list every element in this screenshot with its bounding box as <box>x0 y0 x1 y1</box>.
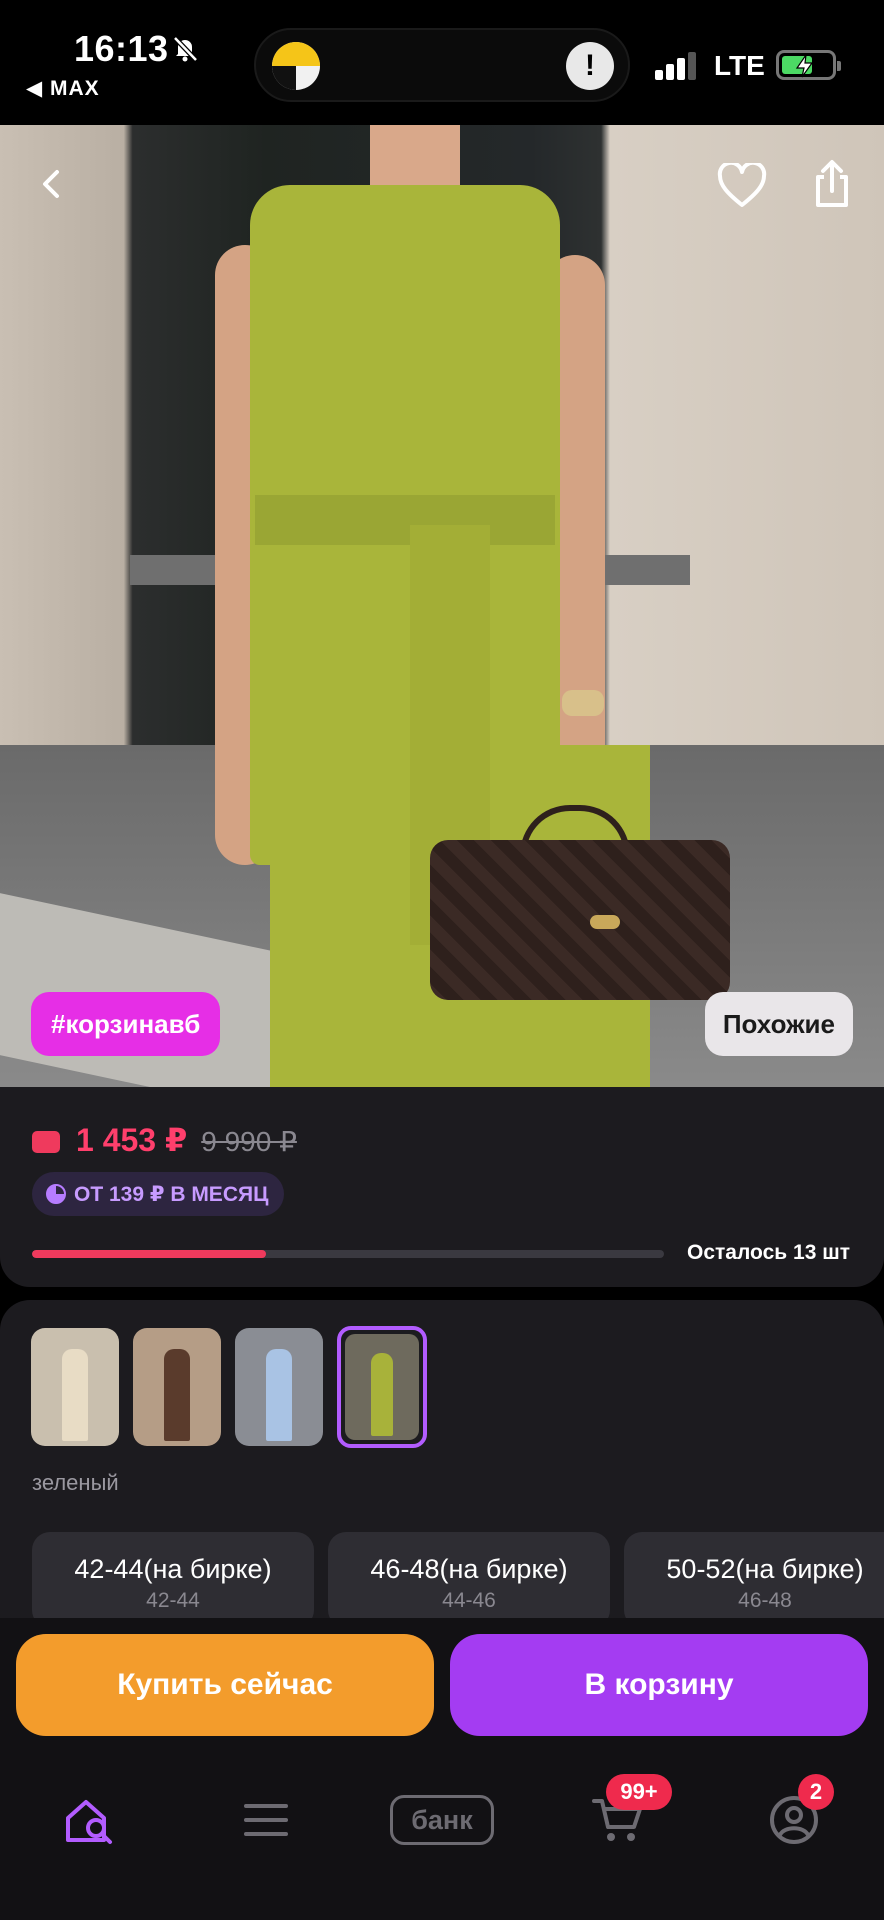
back-to-app[interactable]: ◀ MAX <box>26 76 100 101</box>
favorite-button[interactable] <box>710 154 774 218</box>
size-label: 50-52(на бирке) <box>666 1554 864 1584</box>
back-button[interactable] <box>20 152 84 216</box>
size-sublabel: 44-46 <box>442 1589 496 1612</box>
share-icon <box>816 160 848 207</box>
old-price: 9 990 ₽ <box>201 1126 297 1157</box>
nav-cart[interactable]: 99+ <box>578 1774 672 1860</box>
installment-badge[interactable]: ОТ 139 ₽ В МЕСЯЦ <box>32 1172 285 1216</box>
wallet-icon <box>32 1131 60 1153</box>
size-chip[interactable]: 42-44(на бирке) 42-44 <box>32 1532 314 1628</box>
menu-icon <box>244 1804 288 1836</box>
battery-charging-icon <box>776 50 841 80</box>
variants-card: зеленый 42-44(на бирке) 42-44 46-48(на бир… <box>0 1300 884 1630</box>
installment-label: ОТ 139 ₽ В МЕСЯЦ <box>74 1182 269 1206</box>
stock-remaining: Осталось 13 шт <box>687 1241 850 1264</box>
size-label: 42-44(на бирке) <box>74 1554 272 1584</box>
product-image[interactable] <box>0 125 884 1087</box>
bell-mute-icon <box>173 36 198 62</box>
pie-chart-icon <box>46 1184 66 1204</box>
current-price: 1 453 ₽ <box>76 1122 188 1158</box>
profile-badge: 2 <box>798 1774 834 1810</box>
bottom-nav: банк 99+ 2 <box>0 1744 884 1920</box>
price-row: 1 453 ₽ 9 990 ₽ <box>32 1121 297 1159</box>
add-to-cart-button[interactable]: В корзину <box>450 1634 868 1736</box>
price-card: 1 453 ₽ 9 990 ₽ ОТ 139 ₽ В МЕСЯЦ Осталос… <box>0 1087 884 1287</box>
color-thumbnail-beige[interactable] <box>31 1328 119 1446</box>
buy-now-button[interactable]: Купить сейчас <box>16 1634 434 1736</box>
size-options: 42-44(на бирке) 42-44 46-48(на бирке) 44-46… <box>32 1532 884 1628</box>
color-thumbnail-green[interactable] <box>337 1326 427 1448</box>
size-sublabel: 42-44 <box>146 1589 200 1612</box>
size-sublabel: 46-48 <box>738 1589 792 1612</box>
back-icon <box>43 170 59 198</box>
status-bar: 16:13 ◀ MAX ! LTE <box>0 0 884 125</box>
network-label: LTE <box>714 50 765 81</box>
nav-profile[interactable]: 2 <box>754 1774 834 1860</box>
action-bar: Купить сейчас В корзину <box>0 1618 884 1744</box>
stock-progress-fill <box>32 1250 266 1258</box>
alert-icon: ! <box>566 42 614 90</box>
home-search-icon <box>66 1800 112 1844</box>
selected-color-label: зеленый <box>32 1470 119 1495</box>
similar-button[interactable]: Похожие <box>704 992 853 1056</box>
heart-icon <box>717 163 767 207</box>
hashtag-chip[interactable]: #корзинавб <box>31 992 221 1056</box>
color-thumbnail-blue[interactable] <box>235 1328 323 1446</box>
bank-icon: банк <box>390 1795 494 1845</box>
stock-progress <box>32 1250 664 1258</box>
size-chip[interactable]: 46-48(на бирке) 44-46 <box>328 1532 610 1628</box>
activity-icon <box>272 42 320 90</box>
size-label: 46-48(на бирке) <box>370 1554 568 1584</box>
nav-catalog[interactable] <box>226 1780 306 1860</box>
nav-bank[interactable]: банк <box>390 1780 494 1860</box>
nav-home[interactable] <box>50 1780 130 1860</box>
signal-icon <box>655 50 699 80</box>
clock: 16:13 <box>74 28 169 69</box>
dynamic-island: ! <box>254 28 630 102</box>
color-thumbnail-brown[interactable] <box>133 1328 221 1446</box>
color-thumbnails <box>31 1326 427 1448</box>
share-button[interactable] <box>800 152 864 216</box>
cart-badge: 99+ <box>606 1774 672 1810</box>
size-chip[interactable]: 50-52(на бирке) 46-48 <box>624 1532 884 1628</box>
